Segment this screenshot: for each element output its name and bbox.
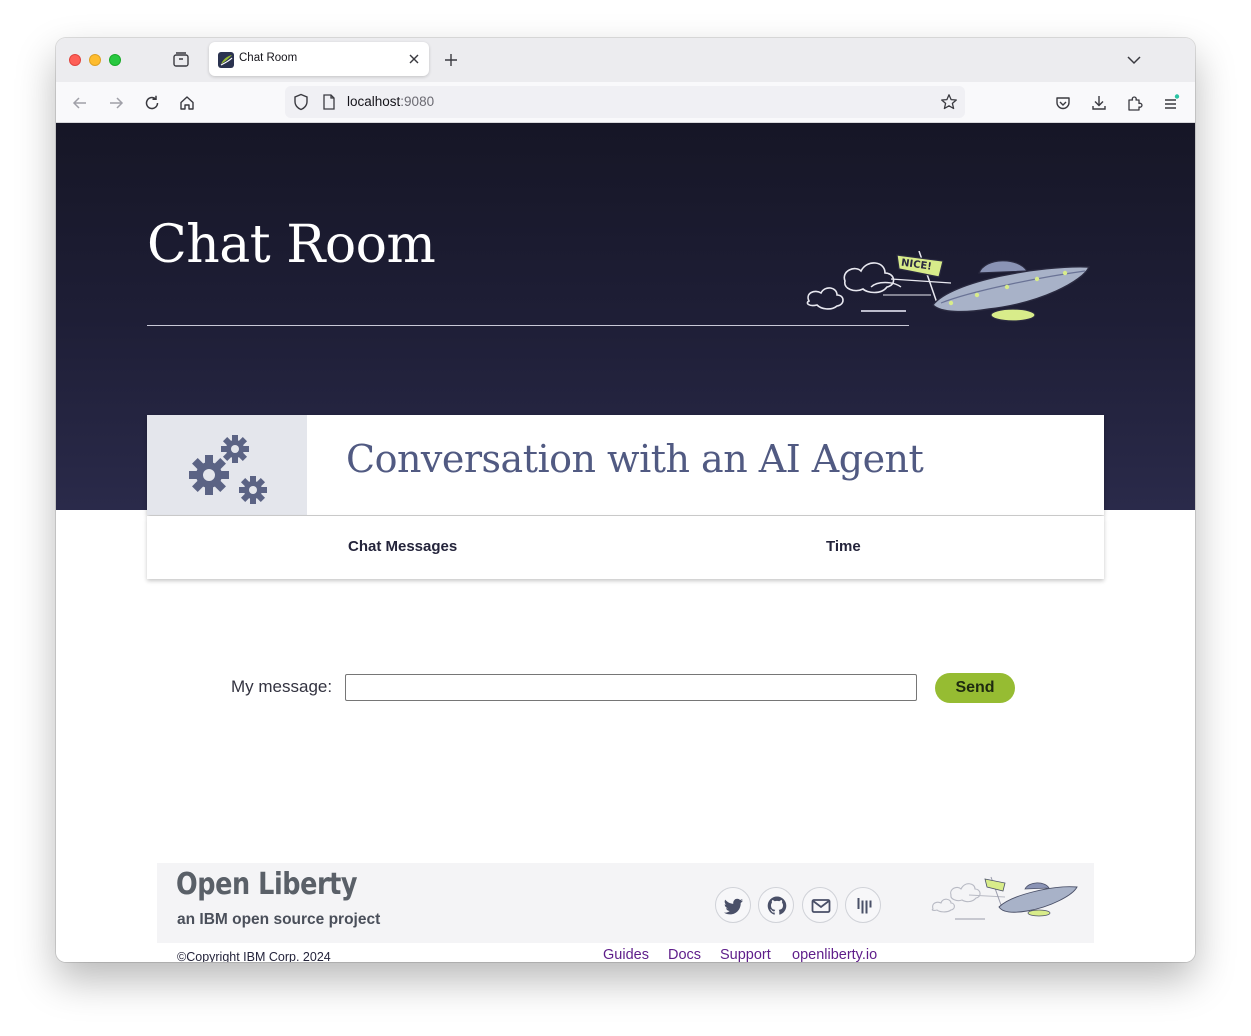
mail-link[interactable] (802, 887, 838, 923)
gitter-icon (857, 898, 872, 914)
url-text[interactable]: localhost:9080 (347, 94, 434, 109)
browser-window: Chat Room localhost:9080 Chat Room NICE!… (56, 38, 1195, 962)
footer-link-docs[interactable]: Docs (668, 947, 701, 962)
tab-bar: Chat Room (56, 38, 1195, 82)
chat-messages-table: Chat Messages Time (147, 516, 1104, 579)
gitter-link[interactable] (845, 887, 881, 923)
footer-ufo-illustration-icon (931, 876, 1078, 920)
footer-link-openliberty[interactable]: openliberty.io (792, 947, 877, 962)
ufo-illustration-icon: NICE! (806, 251, 1091, 322)
bookmark-star-icon[interactable] (940, 93, 958, 111)
url-port: :9080 (400, 94, 435, 109)
footer-tagline: an IBM open source project (177, 911, 381, 928)
open-liberty-favicon-icon (218, 52, 234, 68)
message-input[interactable] (345, 674, 917, 701)
navigation-bar: localhost:9080 (56, 82, 1195, 123)
shield-icon[interactable] (293, 93, 309, 111)
page-title: Chat Room (147, 215, 436, 275)
home-icon[interactable] (178, 94, 196, 112)
twitter-link[interactable] (715, 887, 751, 923)
close-tab-icon[interactable] (407, 52, 421, 66)
url-host: localhost (347, 94, 401, 109)
github-icon (767, 896, 787, 915)
download-icon[interactable] (1090, 94, 1108, 112)
conversation-card-header: Conversation with an AI Agent (147, 415, 1104, 515)
back-arrow-icon[interactable] (71, 94, 89, 112)
chevron-down-icon[interactable] (1126, 53, 1142, 67)
tab-chat-room[interactable]: Chat Room (209, 42, 429, 76)
footer-link-support[interactable]: Support (720, 947, 771, 962)
close-window-button[interactable] (69, 54, 81, 66)
column-header-chat-messages: Chat Messages (348, 538, 458, 555)
send-button[interactable]: Send (935, 673, 1015, 703)
maximize-window-button[interactable] (109, 54, 121, 66)
footer-link-guides[interactable]: Guides (603, 947, 649, 962)
open-liberty-logo[interactable]: Open Liberty (176, 867, 358, 902)
copyright-text: ©Copyright IBM Corp. 2024 (177, 950, 331, 962)
card-title: Conversation with an AI Agent (346, 437, 924, 481)
page-content: Chat Room NICE! Conversation with an AI … (56, 123, 1195, 962)
address-bar[interactable]: localhost:9080 (285, 86, 965, 118)
reload-icon[interactable] (143, 94, 161, 112)
footer-band: Open Liberty an IBM open source project (157, 863, 1094, 943)
hero-divider (147, 325, 909, 326)
pocket-icon[interactable] (1054, 94, 1072, 112)
message-label: My message: (231, 677, 333, 696)
forward-arrow-icon[interactable] (107, 94, 125, 112)
gears-icon (189, 435, 267, 504)
column-header-time: Time (826, 538, 861, 555)
github-link[interactable] (758, 887, 794, 923)
mail-icon (811, 899, 831, 913)
twitter-icon (724, 898, 743, 915)
new-tab-icon[interactable] (443, 52, 459, 68)
card-icon-box (147, 415, 307, 515)
page-icon (323, 94, 335, 110)
minimize-window-button[interactable] (89, 54, 101, 66)
tab-list-icon[interactable] (172, 51, 190, 69)
extensions-icon[interactable] (1126, 94, 1144, 112)
tab-title: Chat Room (239, 52, 298, 64)
menu-icon[interactable] (1162, 94, 1180, 112)
